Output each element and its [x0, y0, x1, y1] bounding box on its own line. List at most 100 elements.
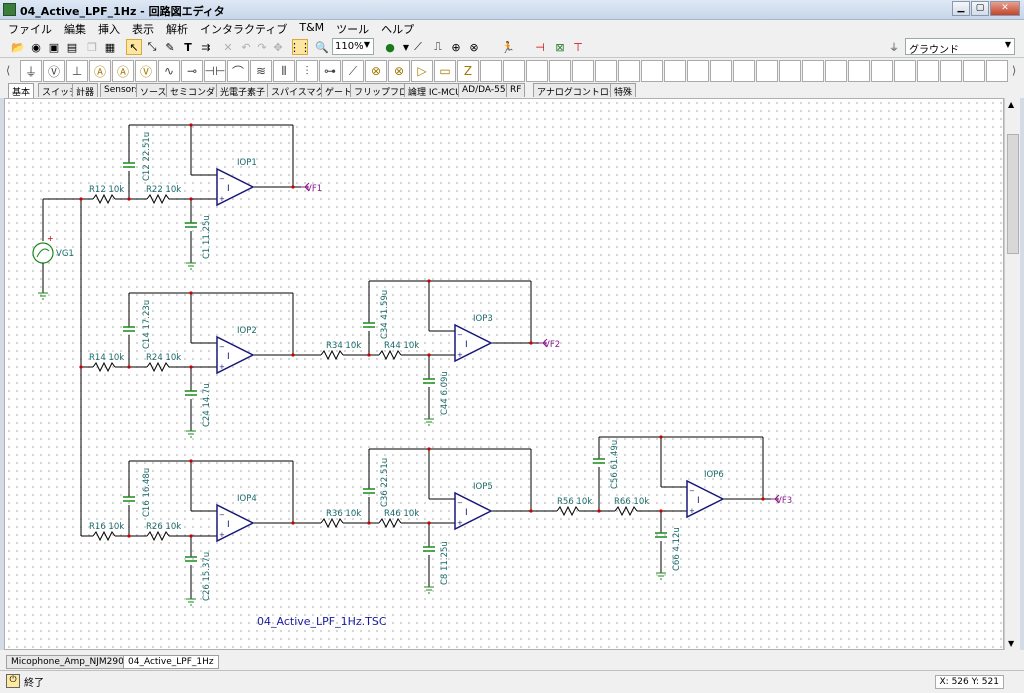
- minimize-button[interactable]: ▁: [952, 1, 970, 16]
- pcb-icon[interactable]: ⊠: [552, 39, 568, 55]
- palette-slot[interactable]: [618, 60, 640, 82]
- lamp-icon[interactable]: ⊗: [365, 60, 387, 82]
- ground-icon[interactable]: ⏚: [20, 60, 42, 82]
- open-icon[interactable]: ▤: [64, 39, 80, 55]
- close-button[interactable]: ✕: [990, 1, 1020, 16]
- zoom-select[interactable]: 110% ▼: [332, 38, 374, 55]
- dc-analysis-icon[interactable]: ●: [382, 39, 398, 55]
- menu-analysis[interactable]: 解析: [158, 20, 192, 37]
- menu-view[interactable]: 表示: [124, 20, 158, 37]
- bulb-icon[interactable]: ⊗: [388, 60, 410, 82]
- menu-insert[interactable]: 挿入: [90, 20, 124, 37]
- palette-slot[interactable]: [917, 60, 939, 82]
- delete-icon[interactable]: ✕: [220, 39, 236, 55]
- ic-icon[interactable]: ⊣: [532, 39, 548, 55]
- menu-file[interactable]: ファイル: [0, 20, 56, 37]
- schematic-canvas[interactable]: −+I +: [4, 98, 1004, 650]
- zoom-icon[interactable]: 🔍: [314, 39, 330, 55]
- select-arrow-icon[interactable]: ↖: [126, 39, 142, 55]
- palette-slot[interactable]: [572, 60, 594, 82]
- palette-slot[interactable]: [871, 60, 893, 82]
- run-icon[interactable]: 🏃: [500, 39, 516, 55]
- probe-icon[interactable]: ⟋: [410, 39, 426, 55]
- palette-slot[interactable]: [963, 60, 985, 82]
- palette-slot[interactable]: [480, 60, 502, 82]
- open-folder-icon[interactable]: 📂: [10, 39, 26, 55]
- component-icon[interactable]: ⎍: [430, 39, 446, 55]
- potentiometer-icon[interactable]: ⊸: [181, 60, 203, 82]
- wire-icon[interactable]: ⤡: [144, 39, 160, 55]
- current-meter-icon[interactable]: Ⓐ: [89, 60, 111, 82]
- ammeter-icon[interactable]: Ⓐ: [112, 60, 134, 82]
- tab-basic[interactable]: 基本: [8, 83, 35, 98]
- maximize-button[interactable]: ▢: [971, 1, 989, 16]
- palette-slot[interactable]: [687, 60, 709, 82]
- doc-tab-active-lpf[interactable]: 04_Active_LPF_1Hz: [123, 655, 219, 669]
- transformer-icon[interactable]: ⫴: [273, 60, 295, 82]
- undo-icon[interactable]: ↶: [238, 39, 254, 55]
- palette-slot[interactable]: [986, 60, 1008, 82]
- spst-switch-icon[interactable]: ⟋: [342, 60, 364, 82]
- palette-slot[interactable]: [595, 60, 617, 82]
- palette-slot[interactable]: [802, 60, 824, 82]
- palette-slot[interactable]: [894, 60, 916, 82]
- voltage-source-icon[interactable]: Ⓥ: [43, 60, 65, 82]
- palette-slot[interactable]: [756, 60, 778, 82]
- ground-select[interactable]: グラウンド ▼: [905, 38, 1015, 56]
- palette-slot[interactable]: [848, 60, 870, 82]
- menu-tools[interactable]: ツール: [328, 20, 373, 37]
- vertical-scrollbar[interactable]: ▲ ▼: [1004, 98, 1020, 650]
- palette-slot[interactable]: [549, 60, 571, 82]
- palette-slot[interactable]: [503, 60, 525, 82]
- redo-icon[interactable]: ↷: [254, 39, 270, 55]
- palette-slot[interactable]: [710, 60, 732, 82]
- tab-rf[interactable]: RF: [506, 83, 526, 97]
- globe-icon[interactable]: ◉: [28, 39, 44, 55]
- save-icon[interactable]: ▣: [46, 39, 62, 55]
- palette-slot[interactable]: [825, 60, 847, 82]
- palette-slot[interactable]: [733, 60, 755, 82]
- title-bar: 04_Active_LPF_1Hz - 回路図エディタ ▁ ▢ ✕: [0, 0, 1024, 20]
- capacitor-icon[interactable]: ⊣⊢: [204, 60, 226, 82]
- paste-icon[interactable]: ▦: [102, 39, 118, 55]
- fuse-icon[interactable]: ▭: [434, 60, 456, 82]
- palette-slot[interactable]: [641, 60, 663, 82]
- bus-icon[interactable]: ⇉: [198, 39, 214, 55]
- menu-edit[interactable]: 編集: [56, 20, 90, 37]
- scroll-right-icon[interactable]: ⟩: [1012, 64, 1016, 77]
- palette-slot[interactable]: [779, 60, 801, 82]
- tab-logic-ic[interactable]: 論理 IC-MCU: [404, 83, 466, 98]
- switch-icon[interactable]: ⊶: [319, 60, 341, 82]
- menu-help[interactable]: ヘルプ: [373, 20, 418, 37]
- menu-interactive[interactable]: インタラクティブ: [192, 20, 291, 37]
- impedance-icon[interactable]: Z: [457, 60, 479, 82]
- resistor-icon[interactable]: ∿: [158, 60, 180, 82]
- tab-special[interactable]: 特殊: [610, 83, 637, 98]
- coupled-inductor-icon[interactable]: ⫶: [296, 60, 318, 82]
- menu-tm[interactable]: T&M: [291, 20, 328, 37]
- meter-icon[interactable]: ⊕: [448, 39, 464, 55]
- coil-icon[interactable]: ≋: [250, 60, 272, 82]
- palette-slot[interactable]: [940, 60, 962, 82]
- scroll-up-icon[interactable]: ▲: [1008, 100, 1014, 109]
- palette-slot[interactable]: [664, 60, 686, 82]
- move-icon[interactable]: ✥: [270, 39, 286, 55]
- export-icon[interactable]: ⊤: [570, 39, 586, 55]
- grid-icon[interactable]: ⋮⋮: [289, 39, 311, 55]
- check-icon[interactable]: ⊗: [466, 39, 482, 55]
- diode-icon[interactable]: ▷: [411, 60, 433, 82]
- tab-optoelectronics[interactable]: 光電子素子: [216, 83, 270, 98]
- battery-icon[interactable]: ⊥: [66, 60, 88, 82]
- exit-button[interactable]: ⏻ 終了: [6, 673, 44, 689]
- palette-slot[interactable]: [526, 60, 548, 82]
- scroll-down-icon[interactable]: ▼: [1008, 639, 1014, 648]
- inductor-icon[interactable]: ⌒: [227, 60, 249, 82]
- pencil-icon[interactable]: ✎: [162, 39, 178, 55]
- scroll-thumb[interactable]: [1007, 134, 1019, 254]
- tab-meters[interactable]: 計器: [72, 83, 99, 98]
- scroll-left-icon[interactable]: ⟨: [6, 64, 10, 77]
- copy-icon[interactable]: ❐: [84, 39, 100, 55]
- c8-label: C8 11.25u: [440, 541, 450, 585]
- text-icon[interactable]: T: [180, 39, 196, 55]
- voltmeter-icon[interactable]: Ⓥ: [135, 60, 157, 82]
